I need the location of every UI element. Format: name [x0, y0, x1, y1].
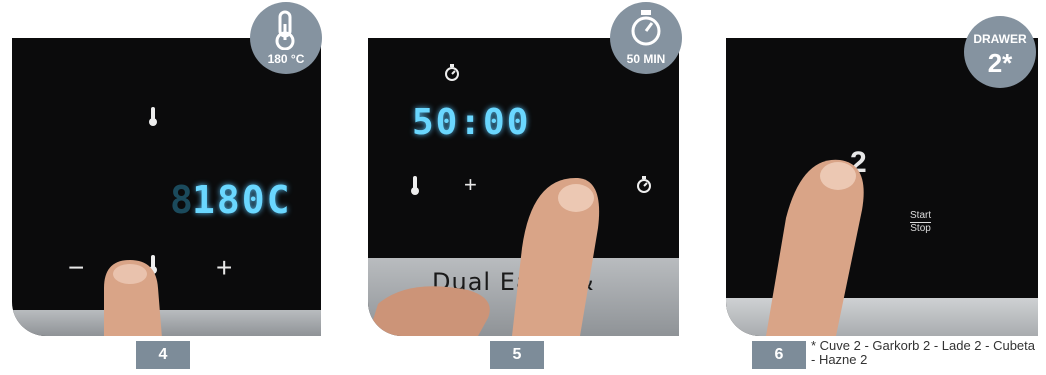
panel-step-5: 50:00 + Dual Ea ry &	[368, 38, 679, 336]
step-number: 6	[752, 341, 806, 369]
temperature-display: 180C	[192, 178, 292, 222]
start-label: Start	[910, 210, 932, 223]
timer-icon	[631, 10, 661, 46]
plus-button[interactable]: +	[464, 172, 477, 198]
footnote: * Cuve 2 - Garkorb 2 - Lade 2 - Cubeta -…	[811, 338, 1036, 367]
plus-button[interactable]: +	[216, 252, 232, 284]
minus-button[interactable]: −	[68, 252, 84, 284]
start-stop-button[interactable]: Start Stop	[910, 210, 932, 235]
timer-icon	[444, 64, 460, 87]
step-number: 4	[136, 341, 190, 369]
finger	[104, 260, 162, 336]
thermometer-icon	[275, 10, 295, 50]
finger	[512, 177, 600, 336]
panel-step-4: 8 180C − +	[12, 38, 321, 336]
thumb	[368, 286, 490, 336]
thermometer-icon	[148, 107, 158, 132]
temperature-badge: 180 °C	[250, 2, 322, 74]
badge-label: 50 MIN	[626, 52, 666, 66]
step-number: 5	[490, 341, 544, 369]
timer-icon[interactable]	[636, 176, 652, 199]
badge-label: DRAWER	[973, 32, 1027, 46]
badge-value: 2*	[987, 48, 1013, 78]
drawer-badge: DRAWER 2*	[964, 16, 1036, 88]
badge-label: 180 °C	[267, 52, 305, 66]
stop-label: Stop	[910, 223, 931, 234]
timer-badge: 50 MIN	[610, 2, 682, 74]
finger	[766, 159, 864, 336]
timer-display: 50:00	[412, 102, 531, 143]
thermometer-icon[interactable]	[410, 176, 420, 201]
